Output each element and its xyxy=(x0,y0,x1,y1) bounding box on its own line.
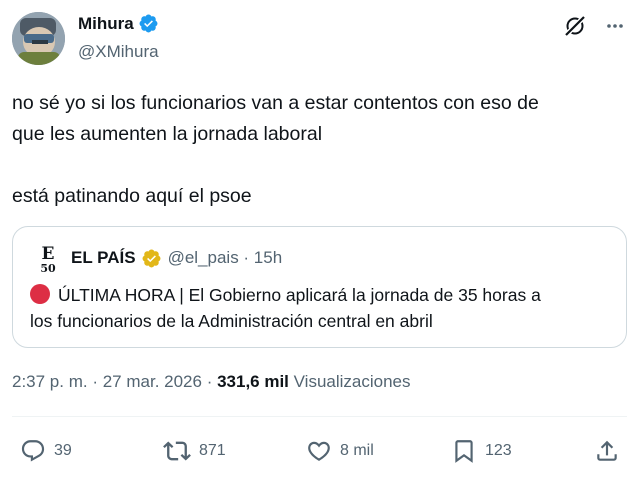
retweet-icon xyxy=(163,441,191,461)
share-button[interactable] xyxy=(594,434,620,468)
reply-button[interactable]: 39 xyxy=(20,434,72,468)
svg-text:E: E xyxy=(42,244,55,264)
views-count: 331,6 mil xyxy=(217,372,289,391)
tweet-text-line: que les aumenten la jornada laboral xyxy=(12,123,323,145)
quote-text-line: ÚLTIMA HORA | El Gobierno aplicará la jo… xyxy=(58,285,541,305)
quoted-tweet[interactable]: E 50 EL PAÍS @el_pais · 15h ÚLTIMA HORA … xyxy=(12,226,627,348)
el-pais-logo-icon: E 50 xyxy=(40,244,56,273)
tweet-text-line: está patinando aquí el psoe xyxy=(12,185,252,207)
tweet-date[interactable]: 27 mar. 2026 xyxy=(103,372,202,391)
quote-author-name[interactable]: EL PAÍS xyxy=(71,248,136,268)
tweet-text-line: no sé yo si los funcionarios van a estar… xyxy=(12,92,539,114)
author-handle[interactable]: @XMihura xyxy=(78,42,159,62)
grok-icon[interactable] xyxy=(563,14,587,38)
quote-handle-time[interactable]: @el_pais · 15h xyxy=(168,248,283,268)
quote-text-line: los funcionarios de la Administración ce… xyxy=(30,311,433,331)
like-count: 8 mil xyxy=(340,442,374,459)
author-name[interactable]: Mihura xyxy=(78,14,134,34)
gold-verified-badge-icon xyxy=(142,249,161,267)
quote-text: ÚLTIMA HORA | El Gobierno aplicará la jo… xyxy=(30,282,620,334)
divider xyxy=(12,416,627,417)
bookmark-count: 123 xyxy=(485,442,512,459)
reply-count: 39 xyxy=(54,442,72,459)
views-label: Visualizaciones xyxy=(293,372,411,391)
more-icon[interactable] xyxy=(605,16,625,36)
tweet-text: no sé yo si los funcionarios van a estar… xyxy=(12,88,624,212)
avatar[interactable] xyxy=(12,12,65,65)
tweet-time[interactable]: 2:37 p. m. xyxy=(12,372,88,391)
share-icon xyxy=(597,440,617,461)
bookmark-button[interactable]: 123 xyxy=(451,434,512,468)
svg-text:50: 50 xyxy=(40,262,56,273)
retweet-count: 871 xyxy=(199,442,226,459)
red-circle-icon xyxy=(30,284,50,304)
action-bar: 39 871 8 mil 123 xyxy=(20,434,624,468)
retweet-button[interactable]: 871 xyxy=(163,434,226,468)
verified-badge-icon xyxy=(139,14,158,33)
reply-icon xyxy=(21,440,45,462)
tweet-meta: 2:37 p. m. · 27 mar. 2026 · 331,6 mil Vi… xyxy=(12,372,411,391)
like-button[interactable]: 8 mil xyxy=(306,434,374,468)
bookmark-icon xyxy=(455,440,473,463)
heart-icon xyxy=(308,441,330,461)
